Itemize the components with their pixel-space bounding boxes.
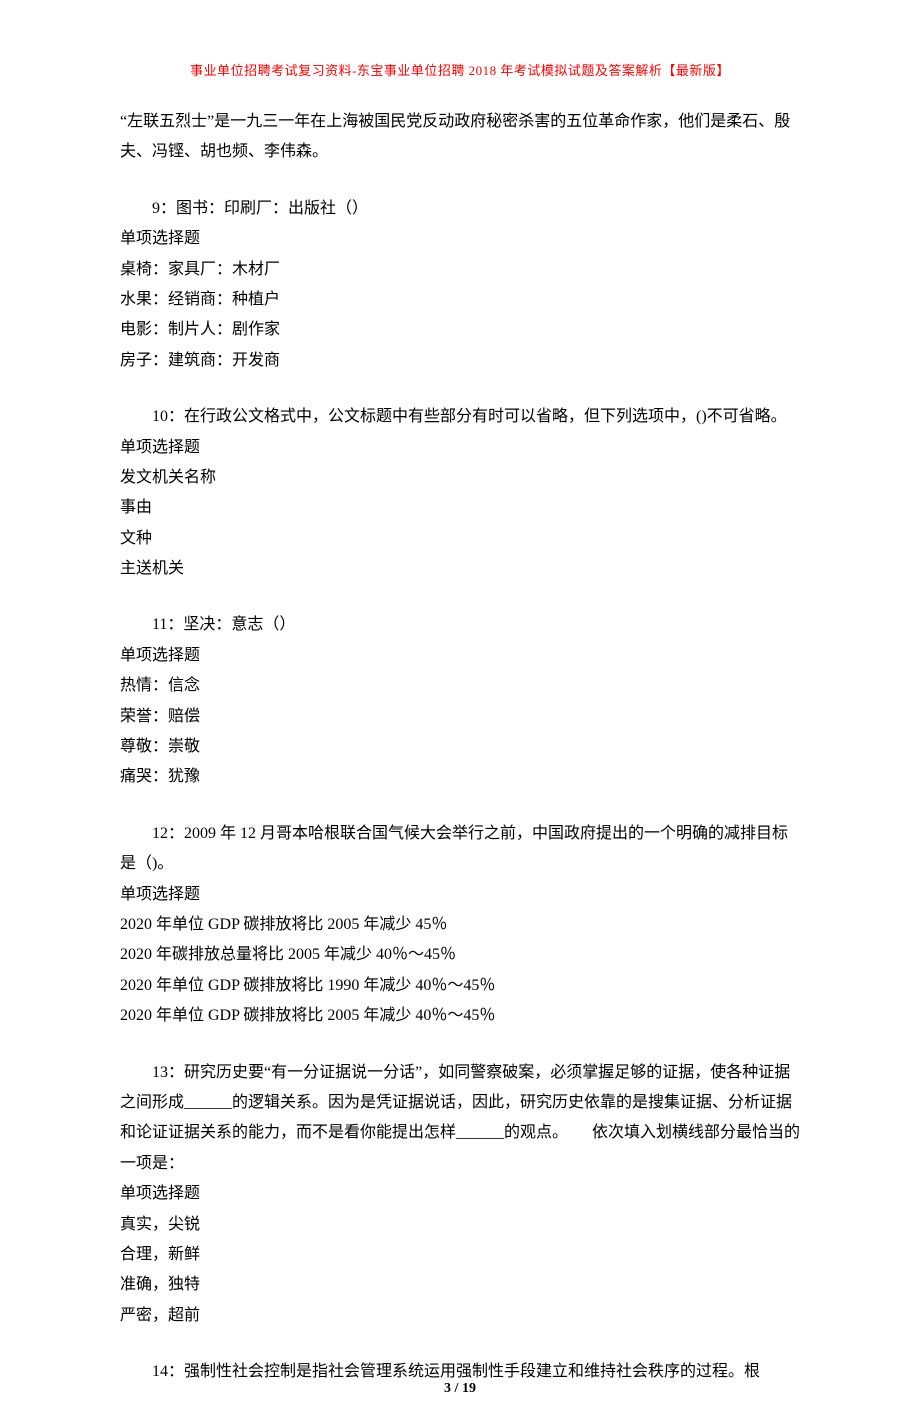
question-type: 单项选择题 <box>120 641 800 671</box>
question-stem: 强制性社会控制是指社会管理系统运用强制性手段建立和维持社会秩序的过程。根 <box>184 1363 760 1380</box>
option: 主送机关 <box>120 554 800 584</box>
question-number: 12： <box>152 825 184 842</box>
option: 尊敬：崇敬 <box>120 732 800 762</box>
question-13: 13：研究历史要“有一分证据说一分话”，如同警察破案，必须掌握足够的证据，使各种… <box>120 1058 800 1332</box>
option: 真实，尖锐 <box>120 1210 800 1240</box>
page: 事业单位招聘考试复习资料-东宝事业单位招聘 2018 年考试模拟试题及答案解析【… <box>0 0 920 1427</box>
option: 房子：建筑商：开发商 <box>120 346 800 376</box>
option: 痛哭：犹豫 <box>120 762 800 792</box>
question-type: 单项选择题 <box>120 1179 800 1209</box>
question-stem: 坚决：意志（） <box>183 616 295 633</box>
question-number: 11： <box>152 616 183 633</box>
option: 桌椅：家具厂：木材厂 <box>120 255 800 285</box>
question-number: 9： <box>152 200 176 217</box>
option: 事由 <box>120 493 800 523</box>
question-12: 12：2009 年 12 月哥本哈根联合国气候大会举行之前，中国政府提出的一个明… <box>120 819 800 1032</box>
question-stem: 2009 年 12 月哥本哈根联合国气候大会举行之前，中国政府提出的一个明确的减… <box>120 825 788 872</box>
question-type: 单项选择题 <box>120 880 800 910</box>
option: 2020 年单位 GDP 碳排放将比 2005 年减少 40％～45％ <box>120 1001 800 1031</box>
option: 电影：制片人：剧作家 <box>120 315 800 345</box>
page-current: 3 <box>444 1381 451 1396</box>
question-stem: 图书：印刷厂：出版社（） <box>176 200 368 217</box>
question-number: 10： <box>152 408 184 425</box>
option: 2020 年单位 GDP 碳排放将比 1990 年减少 40％～45％ <box>120 971 800 1001</box>
option: 严密，超前 <box>120 1301 800 1331</box>
option: 热情：信念 <box>120 671 800 701</box>
page-footer: 3 / 19 <box>0 1381 920 1397</box>
body-text: “左联五烈士”是一九三一年在上海被国民党反动政府秘密杀害的五位革命作家，他们是柔… <box>120 107 800 1387</box>
option: 文种 <box>120 524 800 554</box>
option: 2020 年碳排放总量将比 2005 年减少 40％～45％ <box>120 940 800 970</box>
option: 2020 年单位 GDP 碳排放将比 2005 年减少 45％ <box>120 910 800 940</box>
option: 合理，新鲜 <box>120 1240 800 1270</box>
page-sep: / <box>451 1381 462 1396</box>
option: 水果：经销商：种植户 <box>120 285 800 315</box>
question-10: 10：在行政公文格式中，公文标题中有些部分有时可以省略，但下列选项中，()不可省… <box>120 402 800 584</box>
option: 准确，独特 <box>120 1270 800 1300</box>
page-header: 事业单位招聘考试复习资料-东宝事业单位招聘 2018 年考试模拟试题及答案解析【… <box>120 60 800 79</box>
question-number: 14： <box>152 1363 184 1380</box>
question-type: 单项选择题 <box>120 224 800 254</box>
intro-paragraph: “左联五烈士”是一九三一年在上海被国民党反动政府秘密杀害的五位革命作家，他们是柔… <box>120 107 800 168</box>
option: 发文机关名称 <box>120 463 800 493</box>
question-9: 9：图书：印刷厂：出版社（） 单项选择题 桌椅：家具厂：木材厂 水果：经销商：种… <box>120 194 800 376</box>
question-number: 13： <box>152 1064 184 1081</box>
question-type: 单项选择题 <box>120 433 800 463</box>
question-11: 11：坚决：意志（） 单项选择题 热情：信念 荣誉：赔偿 尊敬：崇敬 痛哭：犹豫 <box>120 610 800 792</box>
option: 荣誉：赔偿 <box>120 702 800 732</box>
question-stem: 研究历史要“有一分证据说一分话”，如同警察破案，必须掌握足够的证据，使各种证据之… <box>120 1064 800 1172</box>
page-total: 19 <box>462 1381 476 1396</box>
question-stem: 在行政公文格式中，公文标题中有些部分有时可以省略，但下列选项中，()不可省略。 <box>184 408 787 425</box>
